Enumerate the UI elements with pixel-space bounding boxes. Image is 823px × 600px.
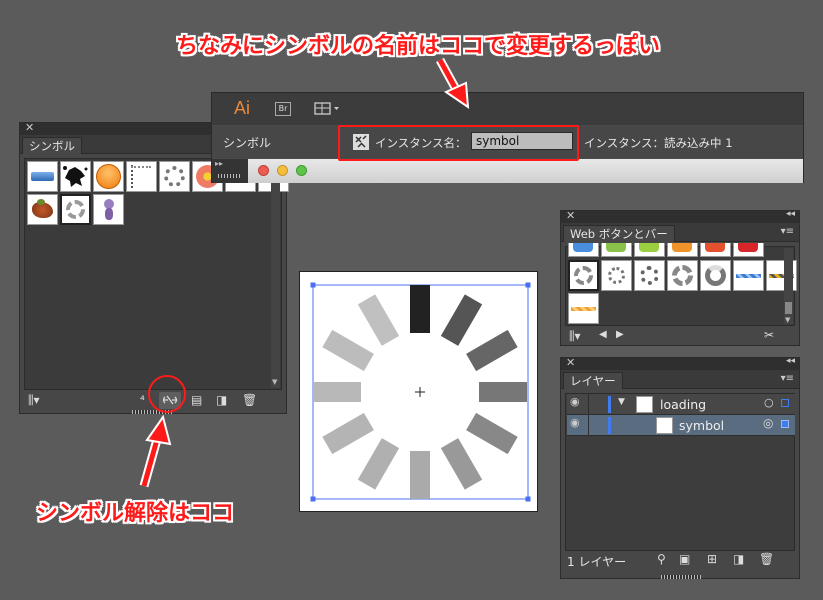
web-scrollbar[interactable]: ▼ — [784, 248, 793, 324]
symbol-thumbnail — [656, 417, 673, 434]
place-symbol-icon[interactable]: ⁴ — [140, 393, 145, 407]
web-footer: ⫼▾ ◀ ▶ ✂ — [561, 328, 799, 346]
new-layer-icon[interactable]: ◨ — [733, 552, 744, 566]
control-panel-label: シンボル — [223, 136, 272, 150]
web-symbol-6[interactable] — [733, 243, 764, 257]
lock-toggle[interactable] — [588, 415, 589, 435]
symbols-scrollbar[interactable]: ▼ — [271, 160, 280, 388]
loading-spinner-artwork — [310, 282, 531, 502]
web-symbol-spinner-5[interactable] — [700, 260, 731, 291]
annotation-bottom-text: シンボル解除はココ — [36, 501, 235, 526]
new-sublayer-icon[interactable]: ⊞ — [707, 552, 717, 566]
layer-color-bar — [608, 417, 611, 434]
web-buttons-panel: ✕ ◂◂ Web ボタンとバー ▾≡ ▼ ⫼▾ ◀ ▶ ✂ — [560, 209, 800, 346]
symbol-orange-circle[interactable] — [93, 161, 124, 192]
break-link-icon[interactable]: ✂ — [764, 328, 774, 342]
expand-panels-icon[interactable]: ▸▸ — [215, 159, 223, 168]
symbol-blue-button[interactable] — [27, 161, 58, 192]
layer-thumbnail — [636, 396, 653, 413]
highlight-circle — [148, 375, 186, 413]
layout-icon — [314, 102, 339, 115]
artboard — [299, 271, 538, 512]
symbol-dashed-line[interactable] — [126, 161, 157, 192]
visibility-eye-icon[interactable]: ◉ — [570, 416, 580, 429]
document-window-titlebar — [248, 159, 803, 183]
layer-row-loading[interactable]: ◉ ▼ loading ○ — [567, 394, 795, 415]
close-icon[interactable]: ✕ — [25, 121, 34, 134]
web-symbol-5[interactable] — [700, 243, 731, 257]
clipping-mask-icon[interactable]: ▣ — [679, 552, 690, 566]
highlight-box — [338, 125, 579, 161]
layer-color-bar — [608, 396, 611, 413]
web-symbol-4[interactable] — [667, 243, 698, 257]
close-icon[interactable]: ✕ — [566, 209, 575, 222]
web-symbol-spinner-selected[interactable] — [568, 260, 599, 291]
zoom-window-button[interactable] — [296, 165, 307, 176]
previous-icon[interactable]: ◀ — [599, 329, 607, 340]
bridge-button[interactable]: Br — [275, 102, 291, 116]
web-symbol-spinner-2[interactable] — [601, 260, 632, 291]
web-symbol-progress-orange[interactable] — [568, 293, 599, 324]
web-symbols-grid: ▼ — [565, 243, 797, 326]
target-circle-icon[interactable]: ○ — [764, 396, 774, 409]
sublayer-name[interactable]: symbol — [679, 418, 724, 433]
resize-grip[interactable] — [661, 575, 701, 579]
next-icon[interactable]: ▶ — [616, 329, 624, 340]
expand-triangle-icon[interactable]: ▼ — [618, 397, 625, 407]
close-window-button[interactable] — [258, 165, 269, 176]
tab-layers[interactable]: レイヤー — [563, 372, 623, 389]
arrange-documents-button[interactable] — [314, 101, 342, 117]
web-symbol-progress-blue[interactable] — [733, 260, 764, 291]
instance-status: インスタンス：読み込み中 1 — [584, 136, 733, 150]
target-double-circle-icon[interactable]: ◎ — [763, 416, 773, 430]
layers-panel-titlebar: ✕ ◂◂ — [561, 356, 799, 370]
symbol-library-icon[interactable]: ⫼▾ — [569, 329, 581, 344]
symbol-cartoon-bug[interactable] — [93, 194, 124, 225]
web-panel-titlebar: ✕ ◂◂ — [561, 209, 799, 223]
strip-grip[interactable] — [218, 174, 242, 178]
new-symbol-icon[interactable]: ◨ — [216, 393, 227, 407]
close-icon[interactable]: ✕ — [566, 356, 575, 369]
symbol-autumn-leaves[interactable] — [27, 194, 58, 225]
tab-web-buttons[interactable]: Web ボタンとバー — [563, 225, 675, 242]
symbols-grid: ▼ — [24, 158, 289, 390]
symbol-options-icon[interactable]: ▤ — [191, 393, 202, 407]
locate-object-icon[interactable]: ⚲ — [657, 552, 666, 566]
layer-row-symbol[interactable]: ◉ symbol ◎ — [567, 415, 795, 436]
symbol-loading-spinner[interactable] — [60, 194, 91, 225]
web-panel-tabbar: Web ボタンとバー ▾≡ — [561, 223, 799, 242]
symbol-library-icon[interactable]: ⫼▾ — [28, 393, 40, 408]
annotation-top-text: ちなみにシンボルの名前はココで変更するっぽい — [176, 34, 661, 59]
web-symbol-1[interactable] — [568, 243, 599, 257]
tab-symbols[interactable]: シンボル — [22, 137, 82, 154]
layers-panel: ✕ ◂◂ レイヤー ▾≡ ◉ ▼ loading ○ ◉ symbol ◎ 1 … — [560, 356, 800, 579]
app-bar: Ai Br — [212, 93, 803, 125]
minimize-window-button[interactable] — [277, 165, 288, 176]
lock-toggle[interactable] — [588, 394, 589, 414]
collapse-icon[interactable]: ◂◂ — [786, 356, 795, 366]
symbol-ring-ornament[interactable] — [159, 161, 190, 192]
panel-menu-icon[interactable]: ▾≡ — [781, 226, 794, 237]
selection-square-filled[interactable] — [781, 420, 789, 428]
annotation-arrow-bottom — [139, 414, 172, 488]
layers-footer: 1 レイヤー ⚲ ▣ ⊞ ◨ 🗑 — [561, 552, 799, 570]
layer-count: 1 レイヤー — [567, 555, 627, 569]
collapse-icon[interactable]: ◂◂ — [786, 209, 795, 219]
visibility-eye-icon[interactable]: ◉ — [570, 395, 580, 408]
web-symbol-2[interactable] — [601, 243, 632, 257]
layers-panel-tabbar: レイヤー ▾≡ — [561, 370, 799, 389]
trash-icon[interactable]: 🗑 — [759, 552, 774, 566]
ai-logo: Ai — [234, 98, 251, 118]
web-symbol-spinner-3[interactable] — [634, 260, 665, 291]
collapsed-panel-strip[interactable]: ▸▸ — [212, 159, 248, 183]
symbol-ink-splat[interactable] — [60, 161, 91, 192]
bridge-label: Br — [278, 104, 288, 113]
web-symbol-3[interactable] — [634, 243, 665, 257]
trash-icon[interactable]: 🗑 — [242, 393, 257, 407]
web-symbol-spinner-4[interactable] — [667, 260, 698, 291]
panel-menu-icon[interactable]: ▾≡ — [781, 373, 794, 384]
selection-square[interactable] — [781, 399, 789, 407]
layer-name[interactable]: loading — [660, 397, 706, 412]
annotation-arrow-top — [436, 57, 470, 110]
